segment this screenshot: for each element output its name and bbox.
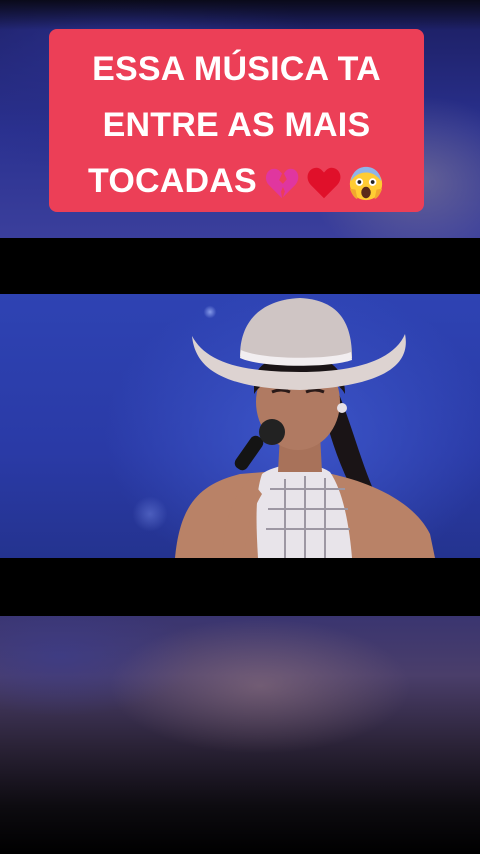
red-heart-icon <box>307 167 341 199</box>
letterbox-bar-bottom <box>0 558 480 616</box>
blurred-background-bottom <box>0 616 480 854</box>
video-frame[interactable] <box>0 294 480 558</box>
broken-heart-icon <box>265 168 299 199</box>
caption-line-1: ESSA MÚSICA TA <box>92 50 381 88</box>
caption-line-2: ENTRE AS MAIS <box>102 106 371 144</box>
letterbox-bar-top <box>0 238 480 294</box>
caption-line-3-text: TOCADAS <box>88 162 257 200</box>
caption-banner: ESSA MÚSICA TA ENTRE AS MAIS TOCADAS <box>49 29 424 212</box>
screaming-face-icon <box>349 166 383 201</box>
singer-performing-image <box>175 298 435 558</box>
caption-line-3: TOCADAS <box>59 153 414 209</box>
emoji-group <box>263 164 385 202</box>
